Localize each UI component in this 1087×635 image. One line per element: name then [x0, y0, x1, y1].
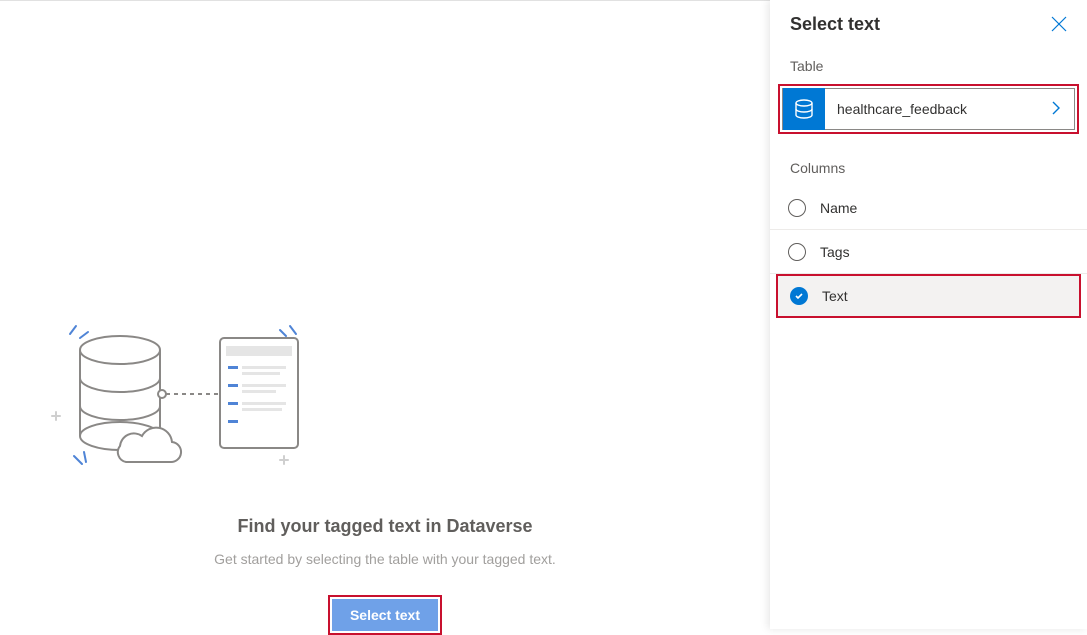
panel-header: Select text	[770, 12, 1087, 44]
column-label: Tags	[820, 244, 850, 260]
selected-table-name: healthcare_feedback	[825, 101, 1050, 117]
column-label: Name	[820, 200, 857, 216]
column-row-name[interactable]: Name	[770, 186, 1087, 230]
column-label: Text	[822, 288, 848, 304]
select-text-panel: Select text Table healthcare_feedback	[770, 0, 1087, 629]
table-selector[interactable]: healthcare_feedback	[782, 88, 1075, 130]
close-icon	[1051, 16, 1067, 32]
main-content-area: Find your tagged text in Dataverse Get s…	[0, 0, 770, 629]
chevron-right-icon	[1050, 101, 1074, 118]
main-heading: Find your tagged text in Dataverse	[237, 516, 532, 537]
close-panel-button[interactable]	[1047, 12, 1071, 36]
column-row-text[interactable]: Text	[778, 276, 1079, 316]
column-row-text-wrap: Text	[770, 274, 1087, 318]
select-text-button-highlight: Select text	[328, 595, 442, 635]
panel-title: Select text	[790, 14, 880, 35]
radio-unchecked-icon	[788, 199, 806, 217]
radio-checked-icon	[790, 287, 808, 305]
database-icon	[783, 88, 825, 130]
select-text-button[interactable]: Select text	[332, 599, 438, 631]
column-row-tags[interactable]: Tags	[770, 230, 1087, 274]
columns-list: Name Tags Text	[770, 186, 1087, 318]
table-selector-highlight: healthcare_feedback	[778, 84, 1079, 134]
radio-unchecked-icon	[788, 243, 806, 261]
table-section-label: Table	[770, 44, 1087, 84]
column-row-text-highlight: Text	[776, 274, 1081, 318]
main-subtext: Get started by selecting the table with …	[214, 551, 556, 567]
columns-section-label: Columns	[770, 146, 1087, 186]
dataverse-illustration	[50, 316, 310, 471]
